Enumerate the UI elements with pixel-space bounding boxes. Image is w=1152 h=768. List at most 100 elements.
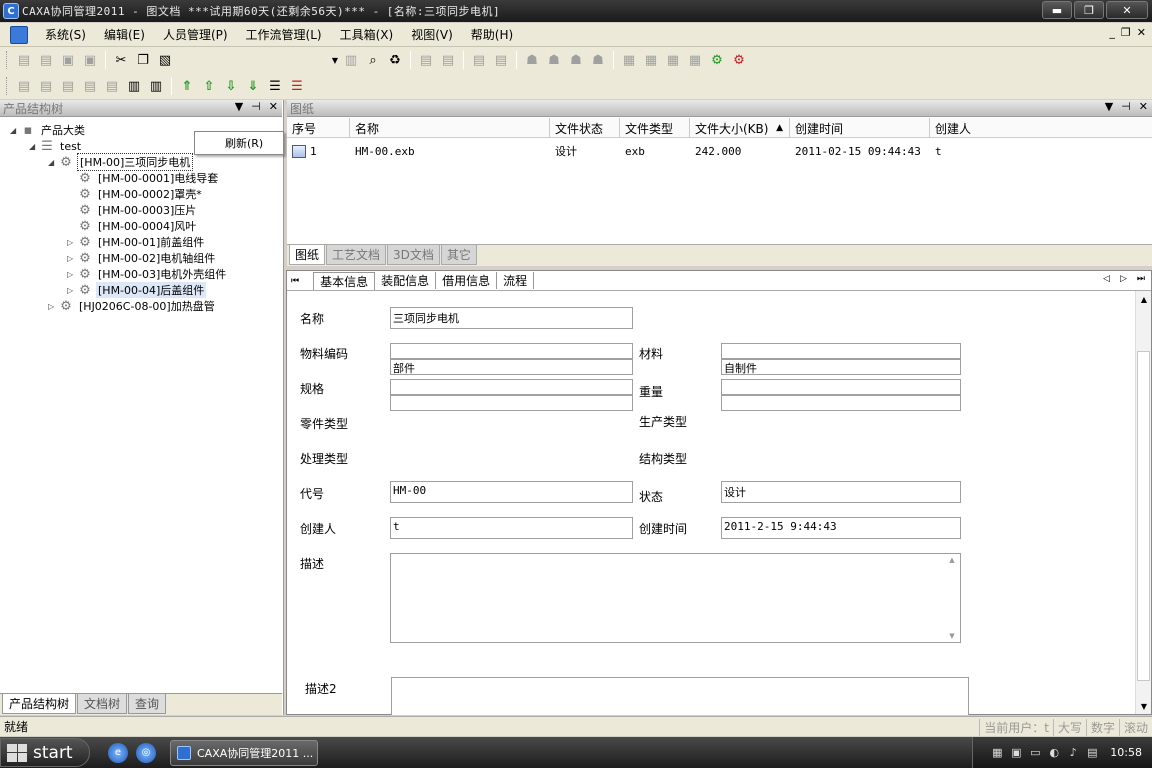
tree-node[interactable]: ◢ ▪ 产品大类 bbox=[10, 122, 87, 138]
tree-expander-icon[interactable]: ▷ bbox=[48, 302, 58, 311]
column-header-type[interactable]: 文件类型 bbox=[620, 118, 690, 138]
settings-gear-icon[interactable]: ⚙ bbox=[707, 51, 727, 69]
tree-expander-icon[interactable]: ◢ bbox=[10, 126, 20, 135]
description-textarea[interactable]: ▲ ▼ bbox=[390, 553, 961, 643]
creator-field[interactable]: t bbox=[390, 517, 633, 539]
expand-all-icon[interactable]: ☰ bbox=[265, 77, 285, 95]
tree-node[interactable]: ⚙ [HM-00-0001]电线导套 bbox=[67, 170, 220, 186]
next-tab-icon[interactable]: ▷ bbox=[1120, 274, 1127, 284]
tree-node[interactable]: ▷ ⚙ [HM-00-02]电机轴组件 bbox=[67, 250, 217, 266]
scroll-thumb[interactable] bbox=[1137, 351, 1150, 681]
panel-close-icon[interactable]: ✕ bbox=[1139, 100, 1148, 113]
node-edit-icon[interactable]: ▤ bbox=[36, 77, 56, 95]
tab-assembly-info[interactable]: 装配信息 bbox=[375, 272, 437, 289]
menu-personnel[interactable]: 人员管理(P) bbox=[154, 26, 237, 43]
scroll-up-icon[interactable]: ▲ bbox=[1136, 291, 1152, 307]
tab-product-tree[interactable]: 产品结构树 bbox=[2, 694, 77, 714]
task-icon[interactable]: ▦ bbox=[641, 51, 661, 69]
tree-node[interactable]: ◢ ☰ test bbox=[29, 138, 83, 154]
user-icon[interactable]: ☗ bbox=[522, 51, 542, 69]
tree-expander-icon[interactable]: ▷ bbox=[67, 254, 77, 263]
code-field[interactable]: HM-00 bbox=[390, 481, 633, 503]
tab-process-docs[interactable]: 工艺文档 bbox=[326, 245, 387, 265]
description2-textarea[interactable] bbox=[391, 677, 969, 715]
cut-icon[interactable]: ✂ bbox=[111, 51, 131, 69]
tree-expander-icon[interactable]: ◢ bbox=[29, 142, 39, 151]
bom-icon[interactable]: ▥ bbox=[124, 77, 144, 95]
bom-export-icon[interactable]: ▥ bbox=[146, 77, 166, 95]
tree-node[interactable]: ⚙ [HM-00-0003]压片 bbox=[67, 202, 198, 218]
menu-system[interactable]: 系统(S) bbox=[36, 26, 95, 43]
first-tab-icon[interactable]: ⏮ bbox=[291, 276, 299, 286]
start-button[interactable]: start bbox=[0, 738, 90, 767]
tab-query[interactable]: 查询 bbox=[128, 694, 167, 714]
weight-field[interactable] bbox=[721, 379, 961, 395]
weight-sub-field[interactable] bbox=[721, 395, 961, 411]
description-scrollbar[interactable]: ▲ ▼ bbox=[946, 556, 958, 640]
column-header-index[interactable]: 序号 bbox=[287, 118, 350, 138]
tab-borrow-info[interactable]: 借用信息 bbox=[436, 272, 498, 289]
open-icon[interactable]: ▤ bbox=[36, 51, 56, 69]
node-link-icon[interactable]: ▤ bbox=[102, 77, 122, 95]
material-code-sub-field[interactable]: 部件 bbox=[390, 359, 633, 375]
tree-node[interactable]: ◢ ⚙ [HM-00]三项同步电机 bbox=[48, 153, 194, 171]
tab-workflow[interactable]: 流程 bbox=[497, 272, 535, 289]
print-icon[interactable]: ▣ bbox=[80, 51, 100, 69]
mdi-minimize-button[interactable]: _ bbox=[1109, 26, 1115, 39]
node-delete-icon[interactable]: ▤ bbox=[80, 77, 100, 95]
table-row[interactable]: 1 HM-00.exb 设计 exb 242.000 2011-02-15 09… bbox=[287, 142, 1152, 160]
tab-basic-info[interactable]: 基本信息 bbox=[313, 271, 376, 290]
reject-icon[interactable]: ▦ bbox=[685, 51, 705, 69]
import-icon[interactable]: ▤ bbox=[469, 51, 489, 69]
pin-icon[interactable]: ⊣ bbox=[251, 100, 261, 113]
ie-icon[interactable]: e bbox=[108, 742, 128, 763]
mdi-restore-button[interactable]: ❐ bbox=[1121, 26, 1131, 39]
node-copy-icon[interactable]: ▤ bbox=[58, 77, 78, 95]
view-dropdown[interactable]: ▼ bbox=[180, 51, 340, 69]
panel-menu-icon[interactable]: ▼ bbox=[235, 100, 243, 113]
toolbar-grip[interactable] bbox=[6, 77, 9, 95]
collapse-all-icon[interactable]: ☰ bbox=[287, 77, 307, 95]
checkout-icon[interactable]: ▤ bbox=[438, 51, 458, 69]
column-header-name[interactable]: 名称 bbox=[350, 118, 550, 138]
ime-icon[interactable]: ▣ bbox=[1009, 746, 1023, 760]
menu-edit[interactable]: 编辑(E) bbox=[95, 26, 154, 43]
toolbar-grip[interactable] bbox=[6, 51, 9, 69]
paste-icon[interactable]: ▧ bbox=[155, 51, 175, 69]
export-icon[interactable]: ▤ bbox=[491, 51, 511, 69]
menu-toolbox[interactable]: 工具箱(X) bbox=[331, 26, 403, 43]
show-desktop-icon[interactable]: ◎ bbox=[136, 742, 156, 763]
copy-icon[interactable]: ❐ bbox=[133, 51, 153, 69]
tree-expander-icon[interactable]: ▷ bbox=[67, 270, 77, 279]
tree-expander-icon[interactable]: ▷ bbox=[67, 286, 77, 295]
search-icon[interactable]: ⌕ bbox=[363, 51, 383, 69]
volume-icon[interactable]: ♪ bbox=[1066, 746, 1080, 760]
approve-icon[interactable]: ▦ bbox=[663, 51, 683, 69]
tree-node[interactable]: ▷ ⚙ [HJ0206C-08-00]加热盘管 bbox=[48, 298, 217, 314]
panel-menu-icon[interactable]: ▼ bbox=[1105, 100, 1113, 113]
new-icon[interactable]: ▤ bbox=[14, 51, 34, 69]
spec-field[interactable] bbox=[390, 379, 633, 395]
workflow-icon[interactable]: ▦ bbox=[619, 51, 639, 69]
move-down-icon[interactable]: ⇩ bbox=[221, 77, 241, 95]
material-code-field[interactable] bbox=[390, 343, 633, 359]
tree-node[interactable]: ▷ ⚙ [HM-00-01]前盖组件 bbox=[67, 234, 206, 250]
prev-tab-icon[interactable]: ◁ bbox=[1103, 274, 1110, 284]
node-add-icon[interactable]: ▤ bbox=[14, 77, 34, 95]
move-up-icon[interactable]: ⇧ bbox=[199, 77, 219, 95]
save-icon[interactable]: ▣ bbox=[58, 51, 78, 69]
name-field[interactable]: 三项同步电机 bbox=[390, 307, 633, 329]
tree-expander-icon[interactable]: ◢ bbox=[48, 158, 58, 167]
info-scrollbar[interactable]: ▲ ▼ bbox=[1135, 291, 1151, 714]
tree-node[interactable]: ▷ ⚙ [HM-00-03]电机外壳组件 bbox=[67, 266, 228, 282]
tab-3d-docs[interactable]: 3D文档 bbox=[387, 245, 440, 265]
file-add-icon[interactable]: ▥ bbox=[341, 51, 361, 69]
tab-drawings[interactable]: 图纸 bbox=[289, 245, 326, 265]
minimize-button[interactable]: ▬ bbox=[1042, 1, 1072, 19]
panel-close-icon[interactable]: ✕ bbox=[269, 100, 278, 113]
restore-button[interactable]: ❐ bbox=[1074, 1, 1104, 19]
menu-help[interactable]: 帮助(H) bbox=[462, 26, 522, 43]
tab-document-tree[interactable]: 文档树 bbox=[77, 694, 128, 714]
last-tab-icon[interactable]: ⏭ bbox=[1137, 274, 1145, 284]
document-window-icon[interactable] bbox=[10, 25, 28, 44]
